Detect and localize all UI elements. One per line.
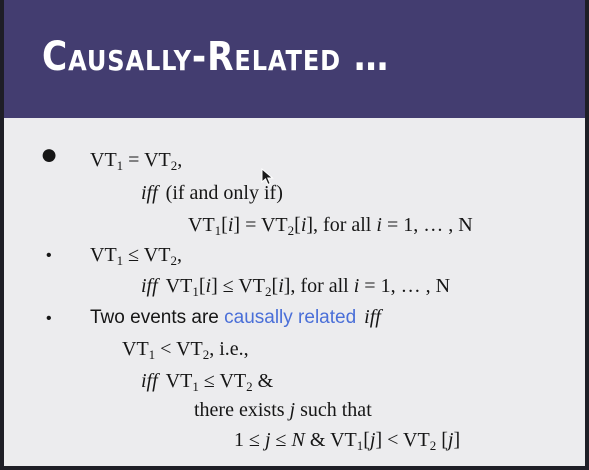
point-3-line-5: 1 ≤ j ≤ N & VT1[j] < VT2 [j]	[234, 429, 461, 453]
bullet-3: •	[46, 310, 52, 327]
slide-title: Causally-Related …	[42, 34, 390, 80]
point-2-line-2: iff VT1[i] ≤ VT2[i], for all i = 1, … , N	[141, 275, 451, 299]
point-1-line-1: VT1 = VT2,	[90, 149, 183, 173]
point-3-line-2: VT1 < VT2, i.e.,	[122, 338, 249, 362]
mouse-pointer-icon	[261, 168, 274, 186]
slide-body: ● VT1 = VT2, iff (if and only if) VT1[i] …	[4, 118, 585, 466]
causally-related-highlight: causally related	[224, 307, 357, 328]
point-3-line-1: Two events are causally related iff	[90, 306, 381, 328]
point-1-line-3: VT1[i] = VT2[i], for all i = 1, … , N	[188, 214, 473, 238]
point-3-line-4: there exists j such that	[194, 399, 372, 421]
bullet-2: •	[46, 247, 52, 264]
point-2-line-1: VT1 ≤ VT2,	[90, 244, 182, 268]
title-banner: Causally-Related …	[4, 0, 585, 118]
slide: Causally-Related … ● VT1 = VT2, iff (if a…	[4, 0, 585, 466]
bullet-1: ●	[40, 138, 59, 171]
point-3-line-3: iff VT1 ≤ VT2 &	[141, 370, 274, 394]
